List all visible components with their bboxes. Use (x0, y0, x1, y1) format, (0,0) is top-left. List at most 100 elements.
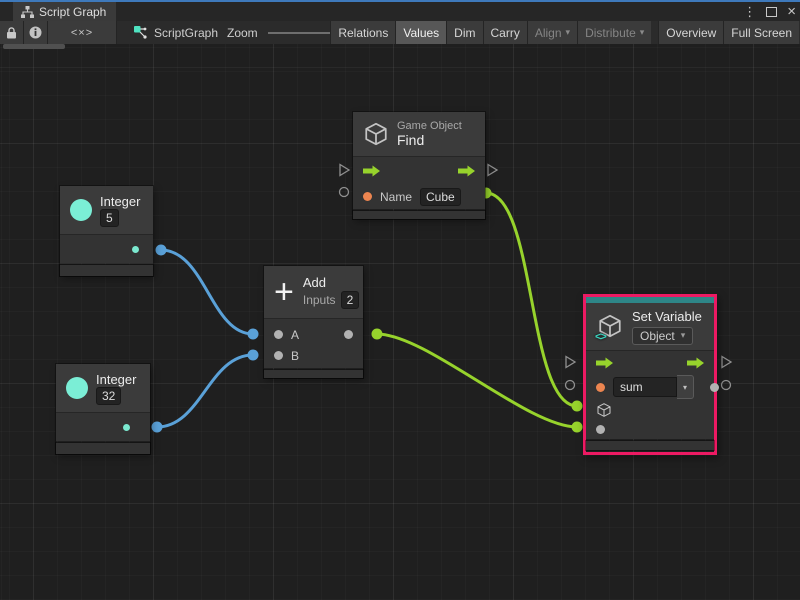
port-a-label: A (291, 328, 299, 342)
input-port-b[interactable] (274, 351, 283, 360)
node-header[interactable]: Integer 5 (60, 186, 153, 234)
sum-output-port[interactable] (344, 330, 353, 339)
node-body (56, 412, 150, 441)
node-header[interactable]: Integer 32 (56, 364, 150, 412)
node-header[interactable]: + Add Inputs 2 (264, 266, 363, 318)
node-footer (56, 443, 150, 454)
control-in-arrow-icon[interactable] (596, 357, 613, 369)
input-port-a[interactable] (274, 330, 283, 339)
node-header[interactable]: Game Object Find (353, 112, 485, 156)
lock-button[interactable] (0, 21, 24, 44)
node-footer (264, 370, 363, 378)
node-category: Game Object (397, 120, 462, 132)
chevron-down-icon: ▾ (640, 27, 645, 38)
carry-button[interactable]: Carry (483, 21, 527, 44)
code-view-button[interactable]: <×> (48, 21, 117, 44)
tab-script-graph[interactable]: Script Graph (13, 2, 116, 21)
name-input-port[interactable] (363, 192, 372, 201)
variable-name-port[interactable] (596, 383, 605, 392)
align-label: Align (535, 26, 562, 40)
node-footer (586, 441, 714, 450)
toolbar-gap (651, 21, 658, 44)
control-in-arrow-icon[interactable] (363, 165, 380, 177)
chevron-down-icon: ▾ (677, 375, 694, 399)
horizontal-scrollbar-thumb[interactable] (3, 44, 65, 49)
tab-title: Script Graph (39, 5, 106, 19)
target-object-port[interactable] (596, 402, 612, 418)
node-footer (353, 211, 485, 219)
set-variable-icon: <> (596, 314, 624, 340)
variable-kind-label: Object (640, 329, 675, 343)
overview-button[interactable]: Overview (658, 21, 723, 44)
integer-value-field[interactable]: 32 (96, 387, 121, 405)
inputs-count-field[interactable]: 2 (341, 291, 360, 309)
close-icon[interactable]: × (787, 4, 796, 19)
control-out-arrow-icon[interactable] (687, 357, 704, 369)
node-title: Integer (96, 372, 136, 387)
padlock-icon (6, 27, 17, 39)
align-button[interactable]: Align ▾ (527, 21, 577, 44)
variable-name-value: sum (613, 377, 677, 397)
port-b-label: B (291, 349, 299, 363)
node-add[interactable]: + Add Inputs 2 A B (264, 266, 363, 378)
values-button[interactable]: Values (395, 21, 446, 44)
integer-value-field[interactable]: 5 (100, 209, 119, 227)
graph-toolbar: <×> ScriptGraph Zoom 1x Relations Values… (0, 21, 800, 45)
integer-output-port[interactable] (123, 424, 130, 431)
node-gameobject-find[interactable]: Game Object Find Name Cube (353, 112, 485, 219)
full-screen-button[interactable]: Full Screen (723, 21, 799, 44)
script-graph-asset-icon (133, 25, 148, 40)
node-body: A B (264, 318, 363, 368)
value-output-port[interactable] (710, 383, 719, 392)
dim-label: Dim (454, 26, 475, 40)
control-out-arrow-icon[interactable] (458, 165, 475, 177)
relations-label: Relations (338, 26, 388, 40)
toolbar-left-group: <×> (0, 21, 117, 44)
name-value-field[interactable]: Cube (420, 188, 461, 206)
inputs-label: Inputs (303, 293, 336, 307)
carry-label: Carry (491, 26, 520, 40)
node-title: Integer (100, 194, 140, 209)
value-input-port[interactable] (596, 425, 605, 434)
graph-name-label: ScriptGraph (154, 26, 218, 40)
overview-label: Overview (666, 26, 716, 40)
node-integer-32[interactable]: Integer 32 (56, 364, 150, 454)
node-footer (60, 265, 153, 276)
chevron-down-icon: ▾ (681, 330, 686, 341)
chevron-down-icon: ▾ (566, 27, 571, 38)
values-label: Values (403, 26, 439, 40)
info-circle-icon (29, 26, 42, 39)
dim-button[interactable]: Dim (446, 21, 482, 44)
toolbar-view-buttons: Relations Values Dim Carry Align ▾ Distri… (330, 21, 799, 44)
zoom-label: Zoom (227, 26, 258, 40)
integer-literal-icon (70, 199, 92, 221)
node-body: Name Cube (353, 156, 485, 209)
node-title: Add (303, 275, 359, 290)
node-body (60, 234, 153, 263)
gameobject-cube-icon (363, 121, 389, 147)
maximize-icon[interactable] (766, 7, 777, 17)
graph-reference[interactable]: ScriptGraph (133, 21, 218, 44)
tab-bar: Script Graph (0, 2, 800, 21)
relations-button[interactable]: Relations (330, 21, 395, 44)
node-body: sum ▾ (586, 350, 714, 439)
script-graph-window: Script Graph ⋮ × <×> (0, 0, 800, 600)
node-title: Find (397, 132, 462, 148)
distribute-button[interactable]: Distribute ▾ (577, 21, 651, 44)
variable-kind-dropdown[interactable]: Object ▾ (632, 327, 693, 345)
code-view-glyph: <×> (71, 27, 93, 39)
inspector-button[interactable] (24, 21, 48, 44)
variable-name-dropdown[interactable]: sum ▾ (613, 375, 694, 399)
add-plus-icon: + (274, 279, 294, 305)
node-set-variable-selected[interactable]: <> Set Variable Object ▾ sum ▾ (583, 294, 717, 455)
node-integer-5[interactable]: Integer 5 (60, 186, 153, 276)
node-header[interactable]: <> Set Variable Object ▾ (586, 303, 714, 350)
distribute-label: Distribute (585, 26, 636, 40)
name-label: Name (380, 190, 412, 204)
kebab-menu-icon[interactable]: ⋮ (743, 5, 756, 18)
integer-output-port[interactable] (132, 246, 139, 253)
window-controls: ⋮ × (743, 2, 796, 21)
full-screen-label: Full Screen (731, 26, 792, 40)
node-title: Set Variable (632, 309, 702, 324)
graph-hierarchy-icon (21, 6, 34, 18)
